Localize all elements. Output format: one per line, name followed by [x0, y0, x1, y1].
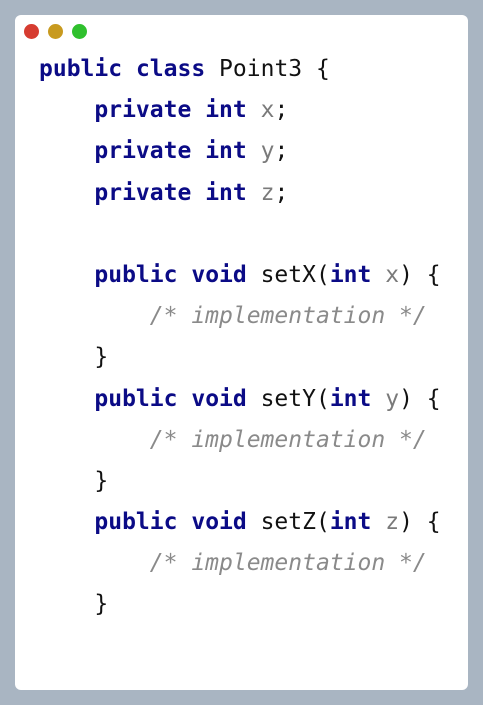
- code-keyword: private: [94, 97, 192, 124]
- code-identifier: y: [260, 138, 275, 165]
- code-keyword: void: [191, 385, 247, 412]
- code-comment: /* implementation */: [149, 303, 427, 330]
- code-keyword: int: [329, 261, 372, 288]
- code-identifier: z: [385, 509, 400, 536]
- code-text: }: [94, 591, 109, 618]
- code-line: public void setX(int x) {: [39, 255, 468, 296]
- code-text: ;: [274, 179, 289, 206]
- code-keyword: void: [191, 261, 247, 288]
- code-keyword: public: [94, 261, 178, 288]
- code-keyword: int: [205, 138, 247, 165]
- close-dot-icon[interactable]: [24, 24, 39, 39]
- code-keyword: int: [205, 179, 247, 206]
- code-keyword: private: [94, 179, 192, 206]
- code-text: ;: [274, 138, 289, 165]
- code-keyword: class: [135, 56, 206, 82]
- code-text: setX(: [246, 261, 330, 288]
- code-line: public class Point3 {: [39, 49, 468, 90]
- code-line: public void setZ(int z) {: [39, 502, 468, 543]
- code-window: public class Point3 { private int x; pri…: [15, 15, 468, 690]
- code-text: ) {: [399, 385, 441, 412]
- code-text: setZ(: [246, 509, 330, 536]
- code-line: }: [39, 584, 468, 625]
- code-line: }: [39, 337, 468, 378]
- window-controls: [24, 24, 87, 39]
- code-line: private int z;: [39, 173, 468, 214]
- code-line: /* implementation */: [39, 420, 468, 461]
- code-keyword: private: [94, 138, 192, 165]
- code-text: setY(: [246, 385, 330, 412]
- code-line: /* implementation */: [39, 543, 468, 584]
- code-keyword: public: [39, 56, 123, 82]
- code-text: }: [94, 467, 109, 494]
- code-comment: /* implementation */: [149, 426, 427, 453]
- code-text: ;: [274, 97, 289, 124]
- code-line: public void setY(int y) {: [39, 379, 468, 420]
- code-line: /* implementation */: [39, 296, 468, 337]
- code-text: ) {: [399, 261, 441, 288]
- maximize-dot-icon[interactable]: [72, 24, 87, 39]
- code-keyword: int: [205, 97, 247, 124]
- code-keyword: void: [191, 509, 247, 536]
- code-keyword: public: [94, 385, 178, 412]
- code-keyword: int: [329, 385, 372, 412]
- code-text: Point3 {: [205, 56, 330, 82]
- code-line: }: [39, 461, 468, 502]
- code-block: public class Point3 { private int x; pri…: [39, 49, 468, 626]
- code-line: private int x;: [39, 90, 468, 131]
- code-keyword: int: [329, 509, 372, 536]
- code-line: private int y;: [39, 131, 468, 172]
- code-identifier: z: [260, 179, 275, 206]
- minimize-dot-icon[interactable]: [48, 24, 63, 39]
- code-text: ) {: [399, 509, 441, 536]
- code-comment: /* implementation */: [149, 550, 427, 577]
- code-keyword: public: [94, 509, 178, 536]
- code-identifier: x: [385, 261, 400, 288]
- code-identifier: y: [385, 385, 400, 412]
- code-identifier: x: [260, 97, 275, 124]
- code-text: }: [94, 344, 109, 371]
